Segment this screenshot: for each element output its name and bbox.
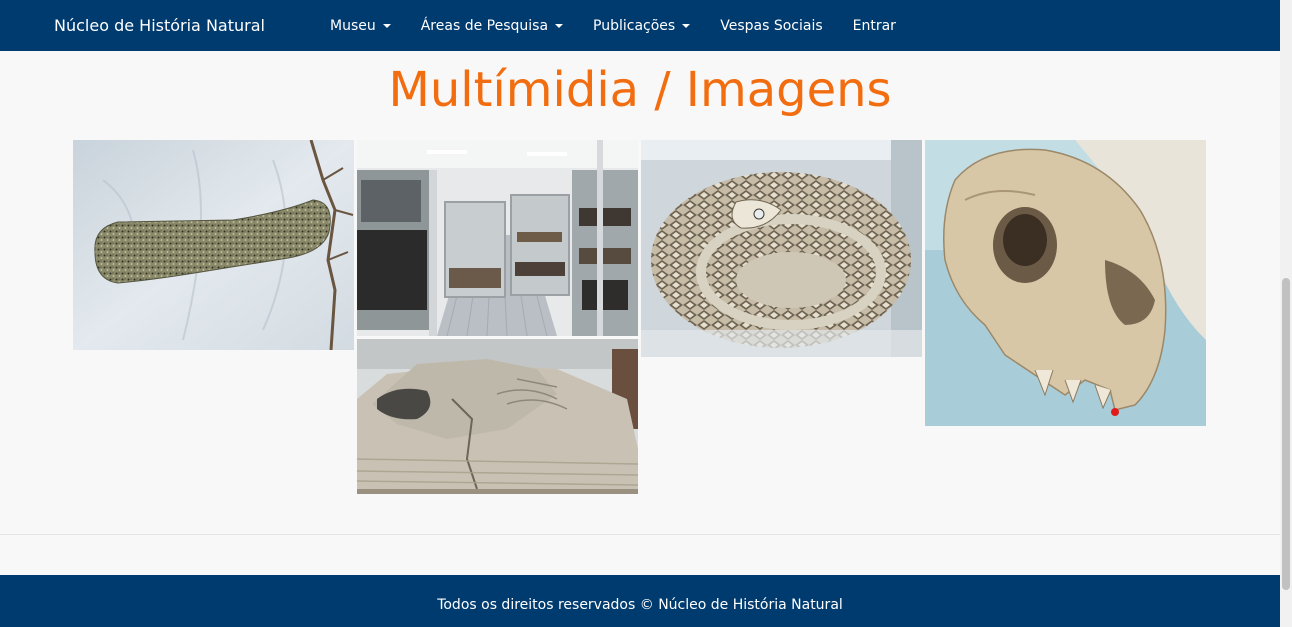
menu-item-label: Entrar xyxy=(852,17,896,34)
brand-link[interactable]: Núcleo de História Natural xyxy=(54,16,265,35)
menu-item-areas-de-pesquisa[interactable]: Áreas de Pesquisa xyxy=(406,0,578,51)
main-menu: Museu Áreas de Pesquisa Publicações Vesp… xyxy=(315,0,911,51)
gallery-image-fossil[interactable] xyxy=(357,339,638,494)
menu-item-entrar[interactable]: Entrar xyxy=(838,0,911,51)
gallery-image-museum-hall[interactable] xyxy=(357,140,638,336)
page-title: Multímidia / Imagens xyxy=(388,62,892,118)
scrollbar-thumb[interactable] xyxy=(1282,278,1290,590)
gallery-image-skull[interactable] xyxy=(925,140,1206,426)
menu-item-label: Publicações xyxy=(593,17,676,34)
menu-item-vespas-sociais[interactable]: Vespas Sociais xyxy=(705,0,837,51)
menu-item-label: Museu xyxy=(330,17,376,34)
footer: Todos os direitos reservados © Núcleo de… xyxy=(0,575,1280,627)
top-navbar: Núcleo de História Natural Museu Áreas d… xyxy=(0,0,1280,51)
menu-item-museu[interactable]: Museu xyxy=(315,0,406,51)
footer-copyright: Todos os direitos reservados © Núcleo de… xyxy=(437,597,843,613)
menu-item-label: Áreas de Pesquisa xyxy=(420,17,549,34)
caret-down-icon xyxy=(555,23,564,28)
gallery-image-snake[interactable] xyxy=(641,140,922,357)
content-divider xyxy=(0,534,1280,535)
menu-item-label: Vespas Sociais xyxy=(720,17,823,34)
menu-item-publicacoes[interactable]: Publicações xyxy=(578,0,705,51)
gallery-image-specimen[interactable] xyxy=(73,140,354,350)
caret-down-icon xyxy=(382,23,391,28)
caret-down-icon xyxy=(682,23,691,28)
vertical-scrollbar[interactable] xyxy=(1280,0,1292,627)
